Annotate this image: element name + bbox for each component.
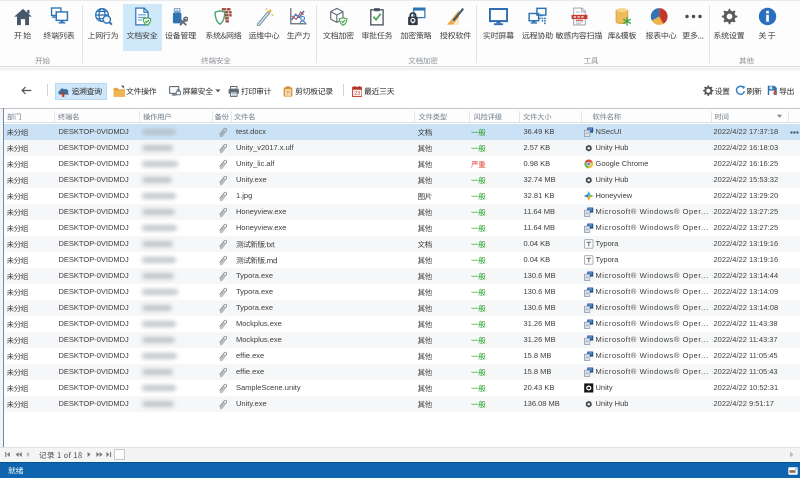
- svg-text:23: 23: [354, 90, 360, 96]
